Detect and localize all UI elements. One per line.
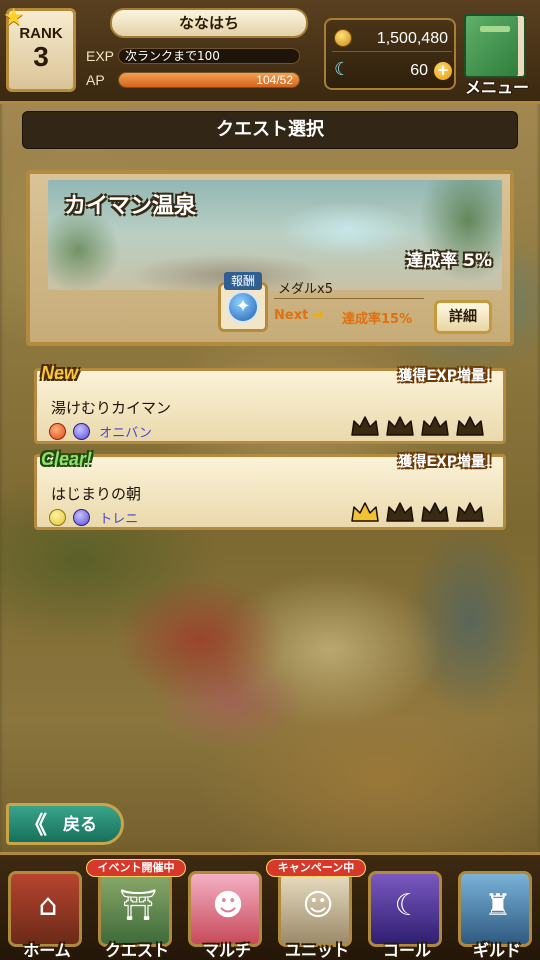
house-icon: ⌂ (8, 871, 82, 947)
crown-earned-icon (350, 501, 380, 523)
clear-tag: Clear! (41, 449, 93, 469)
player-status-panel: ななはち EXP 次ランクまで100 AP 104/52 (80, 6, 318, 94)
nav-call[interactable]: ☾ コール (362, 871, 446, 960)
castle-icon: ♜ (458, 871, 532, 947)
exp-boost-label: 獲得EXP増量！ (398, 454, 499, 470)
monster-icon (73, 509, 91, 526)
crown-rating (345, 501, 485, 527)
back-button[interactable]: 《 戻る (6, 803, 124, 845)
exp-text: 次ランクまで100 (125, 49, 220, 63)
nav-call-label: コール (382, 941, 431, 960)
ap-label: AP (86, 72, 105, 88)
ap-row: AP 104/52 (80, 70, 312, 90)
characters-icon: ☻ (188, 871, 262, 947)
nav-home[interactable]: ⌂ ホーム (2, 871, 86, 960)
crown-empty-icon (420, 415, 450, 437)
gem-row: ☾ 60 + (332, 58, 452, 84)
reward-divider (274, 298, 424, 299)
back-label: 戻る (63, 815, 97, 835)
event-badge: イベント開催中 (86, 859, 186, 877)
crown-empty-icon (420, 501, 450, 523)
nav-quest-label: クエスト (104, 941, 169, 960)
stage-name: カイマン温泉 (64, 194, 197, 219)
menu-label: メニュー (464, 78, 529, 97)
gold-amount: 1,500,480 (376, 30, 448, 47)
rank-value: 3 (33, 41, 49, 72)
crown-empty-icon (385, 501, 415, 523)
menu-button[interactable]: メニュー (458, 10, 536, 97)
reward-label: 報酬 (224, 272, 262, 290)
nav-unit-label: ユニット (284, 941, 349, 960)
currency-panel: 1,500,480 ☾ 60 + (324, 18, 456, 90)
rainbow-moon-icon: ☾ (334, 59, 351, 80)
page-title: クエスト選択 (22, 111, 518, 149)
double-chevron-left-icon: 《 (23, 811, 47, 839)
new-tag: New (41, 363, 79, 383)
nav-guild[interactable]: ♜ ギルド (452, 871, 536, 960)
nav-home-label: ホーム (23, 941, 71, 960)
player-name: ななはち (110, 8, 308, 38)
rank-badge: ★ RANK 3 (3, 3, 76, 92)
book-icon (464, 14, 526, 78)
arrow-right-icon: ➡ (312, 308, 324, 323)
completion-rate: 達成率 5% (406, 251, 492, 271)
quest-title: 湯けむりカイマン (51, 399, 172, 417)
gold-row: 1,500,480 (332, 26, 452, 52)
boss-name: オニバン (99, 426, 152, 441)
reward-item: メダルx5 (278, 282, 333, 297)
fire-element-icon (49, 423, 66, 440)
campaign-badge: キャンペーン中 (266, 859, 366, 877)
medal-icon: ✦ (227, 291, 259, 323)
exp-row: EXP 次ランクまで100 (80, 46, 312, 66)
ap-bar: 104/52 (118, 72, 300, 88)
top-header: ★ RANK 3 ななはち EXP 次ランクまで100 AP 104/52 1,… (0, 0, 540, 104)
detail-button[interactable]: 詳細 (434, 300, 492, 334)
bottom-navigation: ⌂ ホーム ⛩ イベント開催中 クエスト ☻ マルチ ☺ キャンペーン中 ユニッ… (0, 852, 540, 960)
light-element-icon (49, 509, 66, 526)
boss-name: トレニ (99, 512, 139, 527)
quest-row[interactable]: Clear! 獲得EXP増量！ はじまりの朝 トレニ (34, 449, 506, 530)
quest-element-info: オニバン (49, 421, 152, 441)
exp-bar: 次ランクまで100 (118, 48, 300, 64)
ap-text: 104/52 (256, 73, 293, 87)
nav-quest[interactable]: ⛩ イベント開催中 クエスト (86, 859, 186, 960)
quest-element-info: トレニ (49, 507, 139, 527)
monster-icon (73, 423, 91, 440)
crown-empty-icon (350, 415, 380, 437)
coin-icon (334, 29, 352, 47)
star-icon: ★ (3, 3, 25, 31)
nav-multi-label: マルチ (202, 941, 251, 960)
crown-rating (345, 415, 485, 441)
exp-label: EXP (86, 48, 115, 64)
exp-boost-label: 獲得EXP増量！ (398, 368, 499, 384)
nav-guild-label: ギルド (472, 941, 521, 960)
stage-card[interactable]: カイマン温泉 達成率 5% ✦ 報酬 メダルx5 Next ➡ 達成率15% 詳… (26, 170, 514, 346)
rainbow-moon-cage-icon: ☾ (368, 871, 442, 947)
next-text: Next (274, 308, 309, 323)
gem-amount: 60 (410, 62, 428, 79)
unit-portrait-icon: ☺ (278, 871, 352, 947)
crown-empty-icon (455, 415, 485, 437)
add-gems-button[interactable]: + (434, 62, 452, 80)
crown-empty-icon (385, 415, 415, 437)
quest-row[interactable]: New 獲得EXP増量！ 湯けむりカイマン オニバン (34, 363, 506, 444)
next-label: Next ➡ (274, 308, 324, 323)
next-condition: 達成率15% (342, 312, 413, 327)
gate-icon: ⛩ (98, 871, 172, 947)
nav-multi[interactable]: ☻ マルチ (182, 871, 266, 960)
quest-title: はじまりの朝 (51, 485, 142, 503)
nav-unit[interactable]: ☺ キャンペーン中 ユニット (266, 859, 366, 960)
crown-empty-icon (455, 501, 485, 523)
